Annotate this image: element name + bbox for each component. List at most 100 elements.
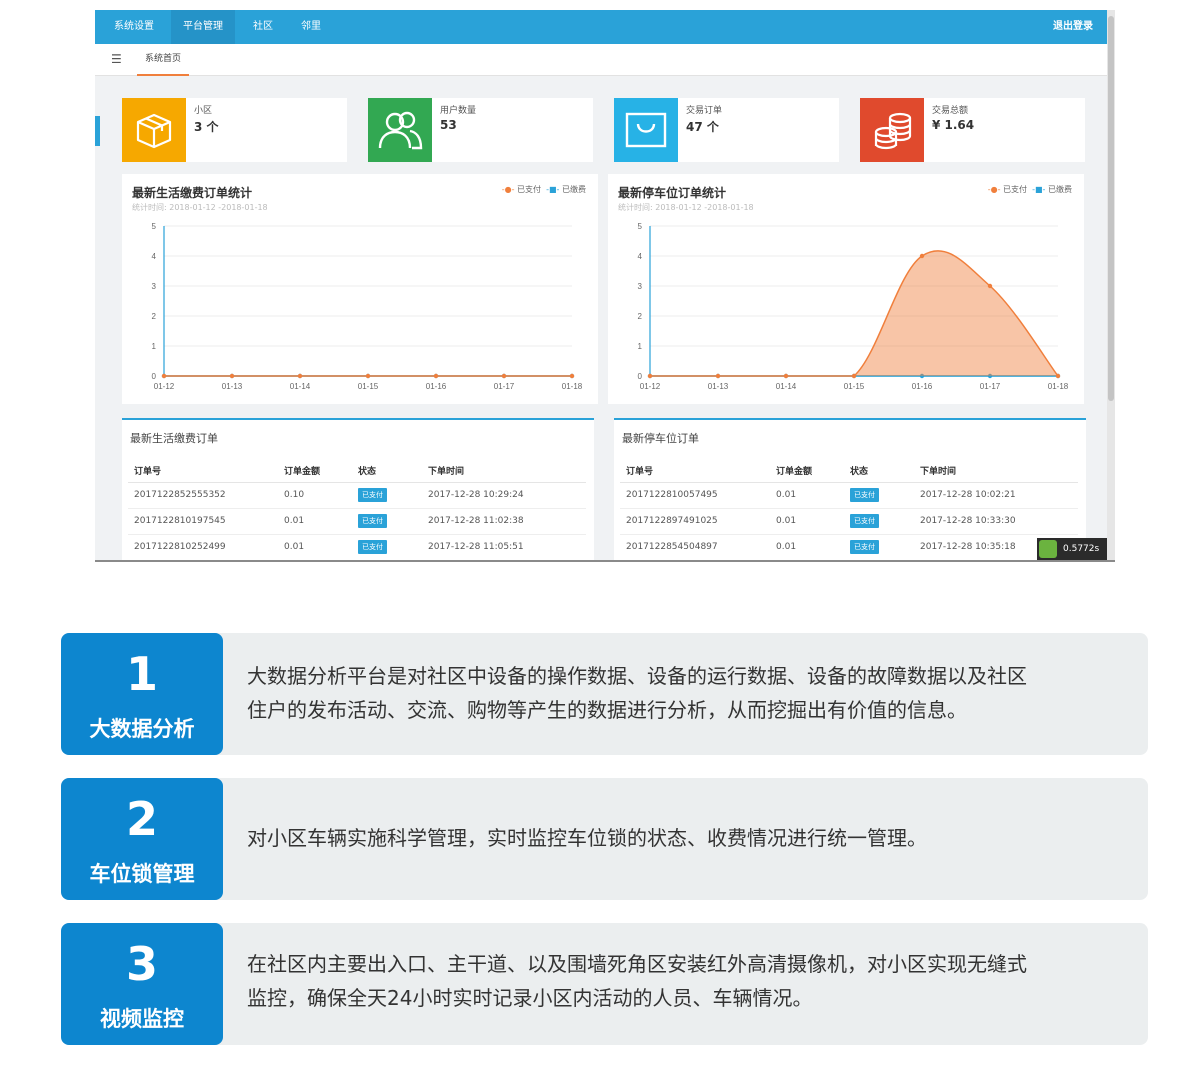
y-tick-label: 2 bbox=[638, 312, 643, 321]
nav-item-community[interactable]: 社区 bbox=[243, 10, 283, 44]
table-header-row: 订单号 订单金额 状态 下单时间 bbox=[620, 460, 1078, 483]
column-header: 订单金额 bbox=[770, 460, 844, 483]
stat-value: ¥ 1.64 bbox=[932, 118, 975, 132]
tab-home[interactable]: 系统首页 bbox=[137, 44, 190, 76]
line-chart: 0 1 2 3 4 5 01-12 01-13 01-14 01-15 01-16 01-17 01-1… bbox=[152, 222, 583, 391]
legend-unpaid: 已缴费 bbox=[562, 185, 586, 194]
feature-badge: 2 车位锁管理 bbox=[61, 778, 223, 900]
table-row[interactable]: 2017122810197545 0.01 已支付 2017-12-28 11:… bbox=[128, 508, 586, 535]
stat-label: 交易总额 bbox=[932, 106, 969, 116]
table-row[interactable]: 2017122897491025 0.01 已支付 2017-12-28 10:… bbox=[620, 508, 1078, 535]
logout-link[interactable]: 退出登录 bbox=[1053, 10, 1093, 44]
dashboard-screenshot: 系统设置 平台管理 社区 邻里 退出登录 ☰ 系统首页 小区 3 个 用户数量 … bbox=[95, 10, 1115, 562]
stat-value: 47 个 bbox=[686, 120, 719, 134]
stat-label: 用户数量 bbox=[440, 106, 477, 116]
x-tick-label: 01-14 bbox=[290, 382, 311, 391]
legend-paid: 已支付 bbox=[1003, 185, 1028, 194]
y-tick-label: 3 bbox=[152, 282, 157, 291]
data-point bbox=[229, 373, 235, 379]
orders-table: 订单号 订单金额 状态 下单时间 2017122852555352 0.10 已… bbox=[128, 460, 586, 560]
stat-card-communities: 小区 3 个 bbox=[122, 98, 347, 162]
feature-desc-line: 住户的发布活动、交流、购物等产生的数据进行分析，从而挖掘出有价值的信息。 bbox=[247, 698, 967, 722]
order-time: 2017-12-28 11:05:51 bbox=[422, 534, 586, 560]
feature-badge: 1 大数据分析 bbox=[61, 633, 223, 755]
series-area bbox=[650, 250, 1058, 376]
data-point bbox=[1055, 373, 1061, 379]
feature-description: 大数据分析平台是对社区中设备的操作数据、设备的运行数据、设备的故障数据以及社区 … bbox=[247, 659, 1137, 727]
box-icon bbox=[122, 98, 186, 162]
load-timer: 0.5772s bbox=[1037, 538, 1107, 560]
data-point bbox=[647, 373, 653, 379]
table-row[interactable]: 2017122810057495 0.01 已支付 2017-12-28 10:… bbox=[620, 482, 1078, 509]
order-time: 2017-12-28 10:29:24 bbox=[422, 482, 586, 509]
column-header: 状态 bbox=[844, 460, 914, 483]
feature-desc-line: 监控，确保全天24小时实时记录小区内活动的人员、车辆情况。 bbox=[247, 986, 813, 1010]
status-badge: 已支付 bbox=[358, 514, 387, 528]
status-badge: 已支付 bbox=[850, 514, 879, 528]
x-tick-label: 01-16 bbox=[912, 382, 933, 391]
y-tick-label: 0 bbox=[638, 372, 643, 381]
feature-description: 在社区内主要出入口、主干道、以及围墙死角区安装红外高清摄像机，对小区实现无缝式 … bbox=[247, 947, 1137, 1015]
nav-item-neighborhood[interactable]: 邻里 bbox=[291, 10, 331, 44]
feature-desc-line: 大数据分析平台是对社区中设备的操作数据、设备的运行数据、设备的故障数据以及社区 bbox=[247, 664, 1027, 688]
order-number: 2017122810252499 bbox=[128, 534, 278, 560]
data-point bbox=[569, 373, 575, 379]
stat-value: 3 个 bbox=[194, 120, 219, 134]
sidebar-toggle[interactable] bbox=[95, 116, 100, 146]
stat-label: 交易订单 bbox=[686, 106, 723, 116]
table-header-row: 订单号 订单金额 状态 下单时间 bbox=[128, 460, 586, 483]
menu-icon[interactable]: ☰ bbox=[111, 52, 122, 66]
data-point bbox=[851, 373, 857, 379]
table-row[interactable]: 2017122810252499 0.01 已支付 2017-12-28 11:… bbox=[128, 534, 586, 560]
order-number: 2017122810197545 bbox=[128, 508, 278, 535]
x-tick-label: 01-13 bbox=[222, 382, 243, 391]
feature-video-surveillance: 3 视频监控 在社区内主要出入口、主干道、以及围墙死角区安装红外高清摄像机，对小… bbox=[61, 923, 1148, 1045]
table-row[interactable]: 2017122854504897 0.01 已支付 2017-12-28 10:… bbox=[620, 534, 1078, 560]
stat-value: 53 bbox=[440, 118, 457, 132]
status-badge: 已支付 bbox=[850, 540, 879, 554]
feature-title: 大数据分析 bbox=[89, 717, 195, 741]
data-point bbox=[919, 253, 925, 259]
table-row[interactable]: 2017122852555352 0.10 已支付 2017-12-28 10:… bbox=[128, 482, 586, 509]
column-header: 状态 bbox=[352, 460, 422, 483]
y-tick-label: 1 bbox=[638, 342, 643, 351]
x-tick-label: 01-17 bbox=[494, 382, 515, 391]
data-point bbox=[783, 373, 789, 379]
order-number: 2017122854504897 bbox=[620, 534, 770, 560]
data-point bbox=[161, 373, 167, 379]
data-point bbox=[987, 283, 993, 289]
chart-card-parking: 最新停车位订单统计 统计时间: 2018-01-12 -2018-01-18 -… bbox=[608, 174, 1084, 404]
order-amount: 0.01 bbox=[770, 508, 844, 535]
area-chart: 0 1 2 3 4 5 01-12 01-13 01-14 01-15 01-16 01-17 01-1… bbox=[638, 222, 1069, 391]
order-time: 2017-12-28 10:33:30 bbox=[914, 508, 1078, 535]
feature-description: 对小区车辆实施科学管理，实时监控车位锁的状态、收费情况进行统一管理。 bbox=[247, 821, 1137, 855]
order-number: 2017122852555352 bbox=[128, 482, 278, 509]
y-tick-label: 5 bbox=[638, 222, 643, 231]
column-header: 订单号 bbox=[620, 460, 770, 483]
orders-table: 订单号 订单金额 状态 下单时间 2017122810057495 0.01 已… bbox=[620, 460, 1078, 560]
chart-card-living-fees: 最新生活缴费订单统计 统计时间: 2018-01-12 -2018-01-18 … bbox=[122, 174, 598, 404]
feature-number: 1 bbox=[125, 647, 158, 701]
nav-item-platform-management[interactable]: 平台管理 bbox=[171, 10, 235, 44]
x-tick-label: 01-15 bbox=[358, 382, 379, 391]
nav-item-system-settings[interactable]: 系统设置 bbox=[105, 10, 163, 44]
x-tick-label: 01-17 bbox=[980, 382, 1001, 391]
scrollbar-thumb[interactable] bbox=[1108, 16, 1114, 401]
top-navigation: 系统设置 平台管理 社区 邻里 退出登录 bbox=[95, 10, 1107, 44]
order-amount: 0.01 bbox=[278, 508, 352, 535]
y-tick-label: 4 bbox=[638, 252, 643, 261]
data-point bbox=[297, 373, 303, 379]
data-point bbox=[365, 373, 371, 379]
chart-legend[interactable]: -●- 已支付 -■- 已缴费 bbox=[988, 184, 1072, 195]
scrollbar[interactable] bbox=[1107, 10, 1115, 560]
order-number: 2017122897491025 bbox=[620, 508, 770, 535]
feature-parking-lock: 2 车位锁管理 对小区车辆实施科学管理，实时监控车位锁的状态、收费情况进行统一管… bbox=[61, 778, 1148, 900]
y-tick-label: 0 bbox=[152, 372, 157, 381]
order-amount: 0.01 bbox=[278, 534, 352, 560]
x-tick-label: 01-18 bbox=[562, 382, 583, 391]
column-header: 下单时间 bbox=[422, 460, 586, 483]
feature-title: 视频监控 bbox=[100, 1007, 184, 1031]
data-point bbox=[715, 373, 721, 379]
x-tick-label: 01-18 bbox=[1048, 382, 1069, 391]
chart-legend[interactable]: -●- 已支付 -■- 已缴费 bbox=[502, 184, 586, 195]
